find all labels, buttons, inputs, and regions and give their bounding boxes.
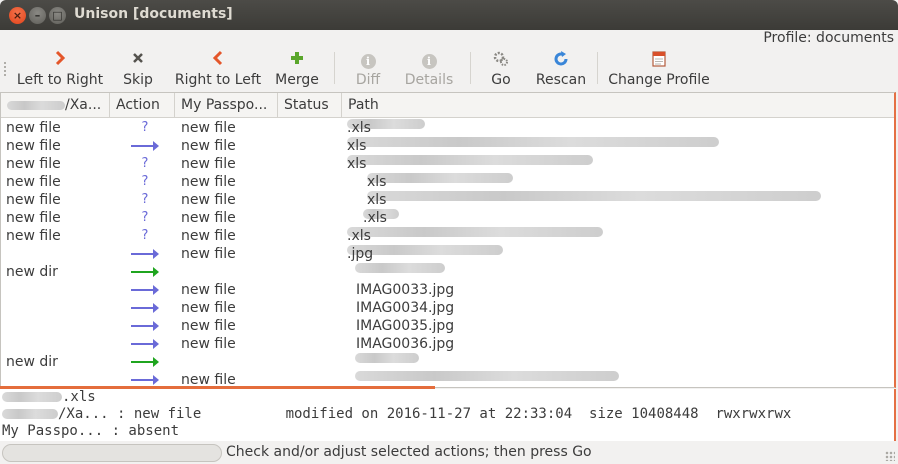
- list-rows: new file ? new file .xls new file new fi…: [1, 119, 894, 387]
- toolbar-separator: [470, 52, 471, 84]
- redacted-text: [7, 100, 65, 110]
- maximize-icon[interactable]: □: [49, 7, 66, 24]
- redacted-text: [347, 137, 719, 147]
- resize-grip-icon[interactable]: [885, 451, 895, 461]
- table-row[interactable]: new file ? new file .xls: [1, 227, 894, 245]
- redacted-text: [367, 173, 513, 183]
- reconcile-list[interactable]: /Xa... Action My Passpo... Status Path n…: [0, 92, 896, 388]
- right-to-left-button[interactable]: Right to Left: [172, 46, 264, 90]
- redacted-text: [355, 371, 619, 381]
- action-question-icon[interactable]: ?: [129, 155, 161, 173]
- details-button[interactable]: i Details: [402, 46, 456, 90]
- details-pane: .xls /Xa... : new file modified on 2016-…: [0, 389, 896, 441]
- action-question-icon[interactable]: ?: [129, 191, 161, 209]
- table-row[interactable]: new dir: [1, 263, 894, 281]
- table-row[interactable]: new file new file xls: [1, 137, 894, 155]
- info-icon: i: [402, 50, 456, 70]
- profile-label: Profile: documents: [763, 30, 894, 46]
- redacted-text: [347, 227, 603, 237]
- redacted-text: [367, 191, 821, 201]
- toolbar-separator: [334, 52, 335, 84]
- refresh-icon: [534, 50, 588, 70]
- column-header-action[interactable]: Action: [110, 93, 175, 118]
- toolbar-separator: [597, 52, 598, 84]
- table-row[interactable]: new file ? new file xls: [1, 173, 894, 191]
- column-header-status[interactable]: Status: [278, 93, 342, 118]
- chevron-right-icon: [14, 50, 106, 70]
- table-row[interactable]: new file IMAG0033.jpg: [1, 281, 894, 299]
- toolbar: Left to Right Skip Right to Left Merge i…: [0, 46, 898, 90]
- merge-button[interactable]: Merge: [272, 46, 322, 90]
- profile-document-icon: [606, 50, 712, 70]
- action-question-icon[interactable]: ?: [129, 119, 161, 137]
- toolbar-grip[interactable]: [4, 62, 6, 76]
- info-icon: i: [350, 50, 386, 70]
- chevron-left-icon: [172, 50, 264, 70]
- status-message: Check and/or adjust selected actions; th…: [226, 444, 592, 460]
- redacted-text: [347, 155, 593, 165]
- table-row[interactable]: new file .jpg: [1, 245, 894, 263]
- table-row[interactable]: new dir: [1, 353, 894, 371]
- window-title: Unison [documents]: [74, 6, 233, 22]
- go-button[interactable]: Go: [484, 46, 518, 90]
- rescan-button[interactable]: Rescan: [534, 46, 588, 90]
- table-row[interactable]: new file IMAG0036.jpg: [1, 335, 894, 353]
- left-to-right-button[interactable]: Left to Right: [14, 46, 106, 90]
- close-icon[interactable]: ×: [9, 7, 26, 24]
- redacted-text: [355, 353, 419, 363]
- redacted-text: [2, 409, 58, 419]
- change-profile-button[interactable]: Change Profile: [606, 46, 712, 90]
- table-row[interactable]: new file IMAG0034.jpg: [1, 299, 894, 317]
- skip-button[interactable]: Skip: [120, 46, 156, 90]
- plus-icon: [272, 50, 322, 70]
- redacted-text: [355, 263, 445, 273]
- details-line: .xls: [0, 389, 894, 406]
- progress-bar: [2, 444, 222, 462]
- table-row[interactable]: new file ? new file .xls: [1, 209, 894, 227]
- table-row[interactable]: new file ? new file xls: [1, 155, 894, 173]
- action-question-icon[interactable]: ?: [129, 173, 161, 191]
- table-row[interactable]: new file IMAG0035.jpg: [1, 317, 894, 335]
- table-row[interactable]: new file ? new file .xls: [1, 119, 894, 137]
- column-header-left[interactable]: /Xa...: [1, 93, 110, 118]
- table-row[interactable]: new file ? new file xls: [1, 191, 894, 209]
- redacted-text: [2, 392, 62, 402]
- title-bar: × – □ Unison [documents]: [0, 0, 898, 30]
- column-header-path[interactable]: Path: [342, 93, 894, 118]
- column-header-right[interactable]: My Passpo...: [175, 93, 278, 118]
- action-question-icon[interactable]: ?: [129, 209, 161, 227]
- action-question-icon[interactable]: ?: [129, 227, 161, 245]
- go-gears-icon: [484, 50, 518, 70]
- status-bar: Check and/or adjust selected actions; th…: [0, 442, 898, 464]
- details-line: /Xa... : new file modified on 2016-11-27…: [0, 406, 894, 423]
- minimize-icon[interactable]: –: [29, 7, 46, 24]
- list-header: /Xa... Action My Passpo... Status Path: [1, 93, 894, 118]
- diff-button[interactable]: i Diff: [350, 46, 386, 90]
- details-line: My Passpo... : absent: [2, 423, 180, 439]
- skip-x-icon: [120, 50, 156, 70]
